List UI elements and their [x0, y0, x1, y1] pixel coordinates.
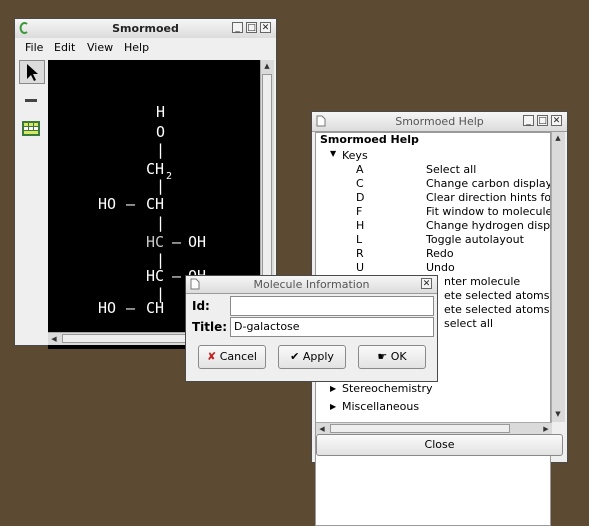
close-button[interactable]: ✕: [421, 278, 432, 289]
bond-vertical: |: [156, 177, 166, 195]
menu-view[interactable]: View: [87, 41, 113, 54]
maximize-button[interactable]: □: [537, 115, 548, 126]
scroll-thumb[interactable]: [330, 424, 510, 433]
close-button[interactable]: ✕: [260, 22, 271, 33]
scroll-thumb[interactable]: [62, 334, 192, 343]
scroll-up-arrow-icon[interactable]: ▲: [261, 60, 273, 72]
atom-ch: CH: [146, 195, 165, 213]
title-label: Title:: [192, 320, 228, 334]
atom-label: O: [156, 123, 166, 141]
help-key-description: Undo: [426, 261, 455, 274]
scroll-down-arrow-icon[interactable]: ▼: [552, 408, 564, 420]
desktop: { "main_window": { "title": "Smormoed", …: [0, 0, 589, 526]
scroll-left-arrow-icon[interactable]: ◀: [48, 333, 60, 345]
close-help-button[interactable]: Close: [316, 434, 563, 456]
help-key: H: [356, 219, 365, 232]
help-key-description: Toggle autolayout: [426, 233, 524, 246]
section-miscellaneous[interactable]: Miscellaneous: [342, 400, 419, 413]
help-vertical-scrollbar[interactable]: ▲ ▼: [551, 132, 565, 422]
bond-horizontal: –: [126, 299, 136, 317]
tree-expander-misc[interactable]: ▶: [330, 402, 336, 411]
ok-button[interactable]: ☛ OK: [358, 345, 426, 369]
atom-ho: HO: [98, 299, 117, 317]
help-key: L: [356, 233, 363, 246]
help-key-description: nter molecule: [444, 275, 521, 288]
help-key-description: Clear direction hints for s: [426, 191, 551, 204]
bond-tool-button[interactable]: [19, 89, 45, 113]
tree-expander-stereo[interactable]: ▶: [330, 384, 336, 393]
help-heading: Smormoed Help: [320, 133, 419, 146]
menubar: File Edit View Help: [15, 38, 276, 58]
help-window-titlebar[interactable]: Smormoed Help _ □ ✕: [312, 112, 567, 132]
help-key-description: Change carbon display: [426, 177, 551, 190]
bond-horizontal: –: [126, 195, 136, 213]
section-stereochemistry[interactable]: Stereochemistry: [342, 382, 432, 395]
atom-hc: HC: [146, 267, 165, 285]
bond-horizontal: –: [172, 267, 182, 285]
atom-ho: HO: [98, 195, 117, 213]
select-tool-button[interactable]: [19, 60, 45, 84]
help-key-description: Select all: [426, 163, 477, 176]
help-key: R: [356, 247, 364, 260]
bond-horizontal: –: [172, 233, 182, 251]
apply-label: Apply: [302, 350, 334, 363]
help-key-description: Change hydrogen displa: [426, 219, 551, 232]
minimize-button[interactable]: _: [523, 115, 534, 126]
molecule-info-dialog: Molecule Information ✕ Id: Title: D-gala…: [185, 275, 438, 382]
title-field[interactable]: D-galactose: [230, 317, 434, 337]
subscript-2: 2: [166, 171, 173, 182]
help-key-description: ete selected atoms: [444, 303, 550, 316]
help-key-description: Fit window to molecule: [426, 205, 551, 218]
cancel-x-icon: ✘: [207, 350, 217, 363]
help-key-description: ete selected atoms: [444, 289, 550, 302]
atom-hc-selected: HC: [146, 233, 165, 251]
apply-button[interactable]: ✔ Apply: [278, 345, 346, 369]
atom-ch: CH: [146, 299, 165, 317]
help-key: A: [356, 163, 364, 176]
close-button[interactable]: ✕: [551, 115, 562, 126]
help-key-description: Redo: [426, 247, 454, 260]
id-field[interactable]: [230, 296, 434, 316]
bond-line-icon: [25, 99, 37, 102]
help-key: C: [356, 177, 364, 190]
apply-check-icon: ✔: [290, 350, 300, 363]
atom-oh: OH: [188, 233, 207, 251]
main-window-titlebar[interactable]: Smormoed _ □ ✕: [15, 19, 276, 39]
atom-label: H: [156, 103, 166, 121]
minimize-button[interactable]: _: [232, 22, 243, 33]
arrow-cursor-icon: [27, 64, 38, 81]
cancel-button[interactable]: ✘ Cancel: [198, 345, 266, 369]
atom-ch2: CH: [146, 160, 165, 178]
menu-help[interactable]: Help: [124, 41, 149, 54]
bond-vertical: |: [156, 141, 166, 159]
keys-label[interactable]: Keys: [342, 149, 368, 162]
tree-expander-keys[interactable]: ▼: [330, 149, 336, 158]
help-key: D: [356, 191, 365, 204]
help-key: F: [356, 205, 363, 218]
periodic-table-button[interactable]: [19, 117, 45, 141]
bond-vertical: |: [156, 251, 166, 269]
maximize-button[interactable]: □: [246, 22, 257, 33]
menu-edit[interactable]: Edit: [54, 41, 75, 54]
bond-vertical: |: [156, 214, 166, 232]
ok-label: OK: [390, 350, 407, 363]
cancel-label: Cancel: [219, 350, 257, 363]
periodic-table-icon: [22, 121, 40, 136]
help-key-description: select all: [444, 317, 494, 330]
menu-file[interactable]: File: [25, 41, 43, 54]
ok-hand-icon: ☛: [377, 350, 388, 363]
dialog-title: Molecule Information: [253, 278, 370, 291]
help-key: U: [356, 261, 365, 274]
dialog-titlebar[interactable]: Molecule Information ✕: [186, 276, 437, 294]
id-label: Id:: [192, 299, 210, 313]
canvas-horizontal-scrollbar[interactable]: ◀: [48, 332, 200, 345]
scroll-up-arrow-icon[interactable]: ▲: [552, 132, 564, 144]
